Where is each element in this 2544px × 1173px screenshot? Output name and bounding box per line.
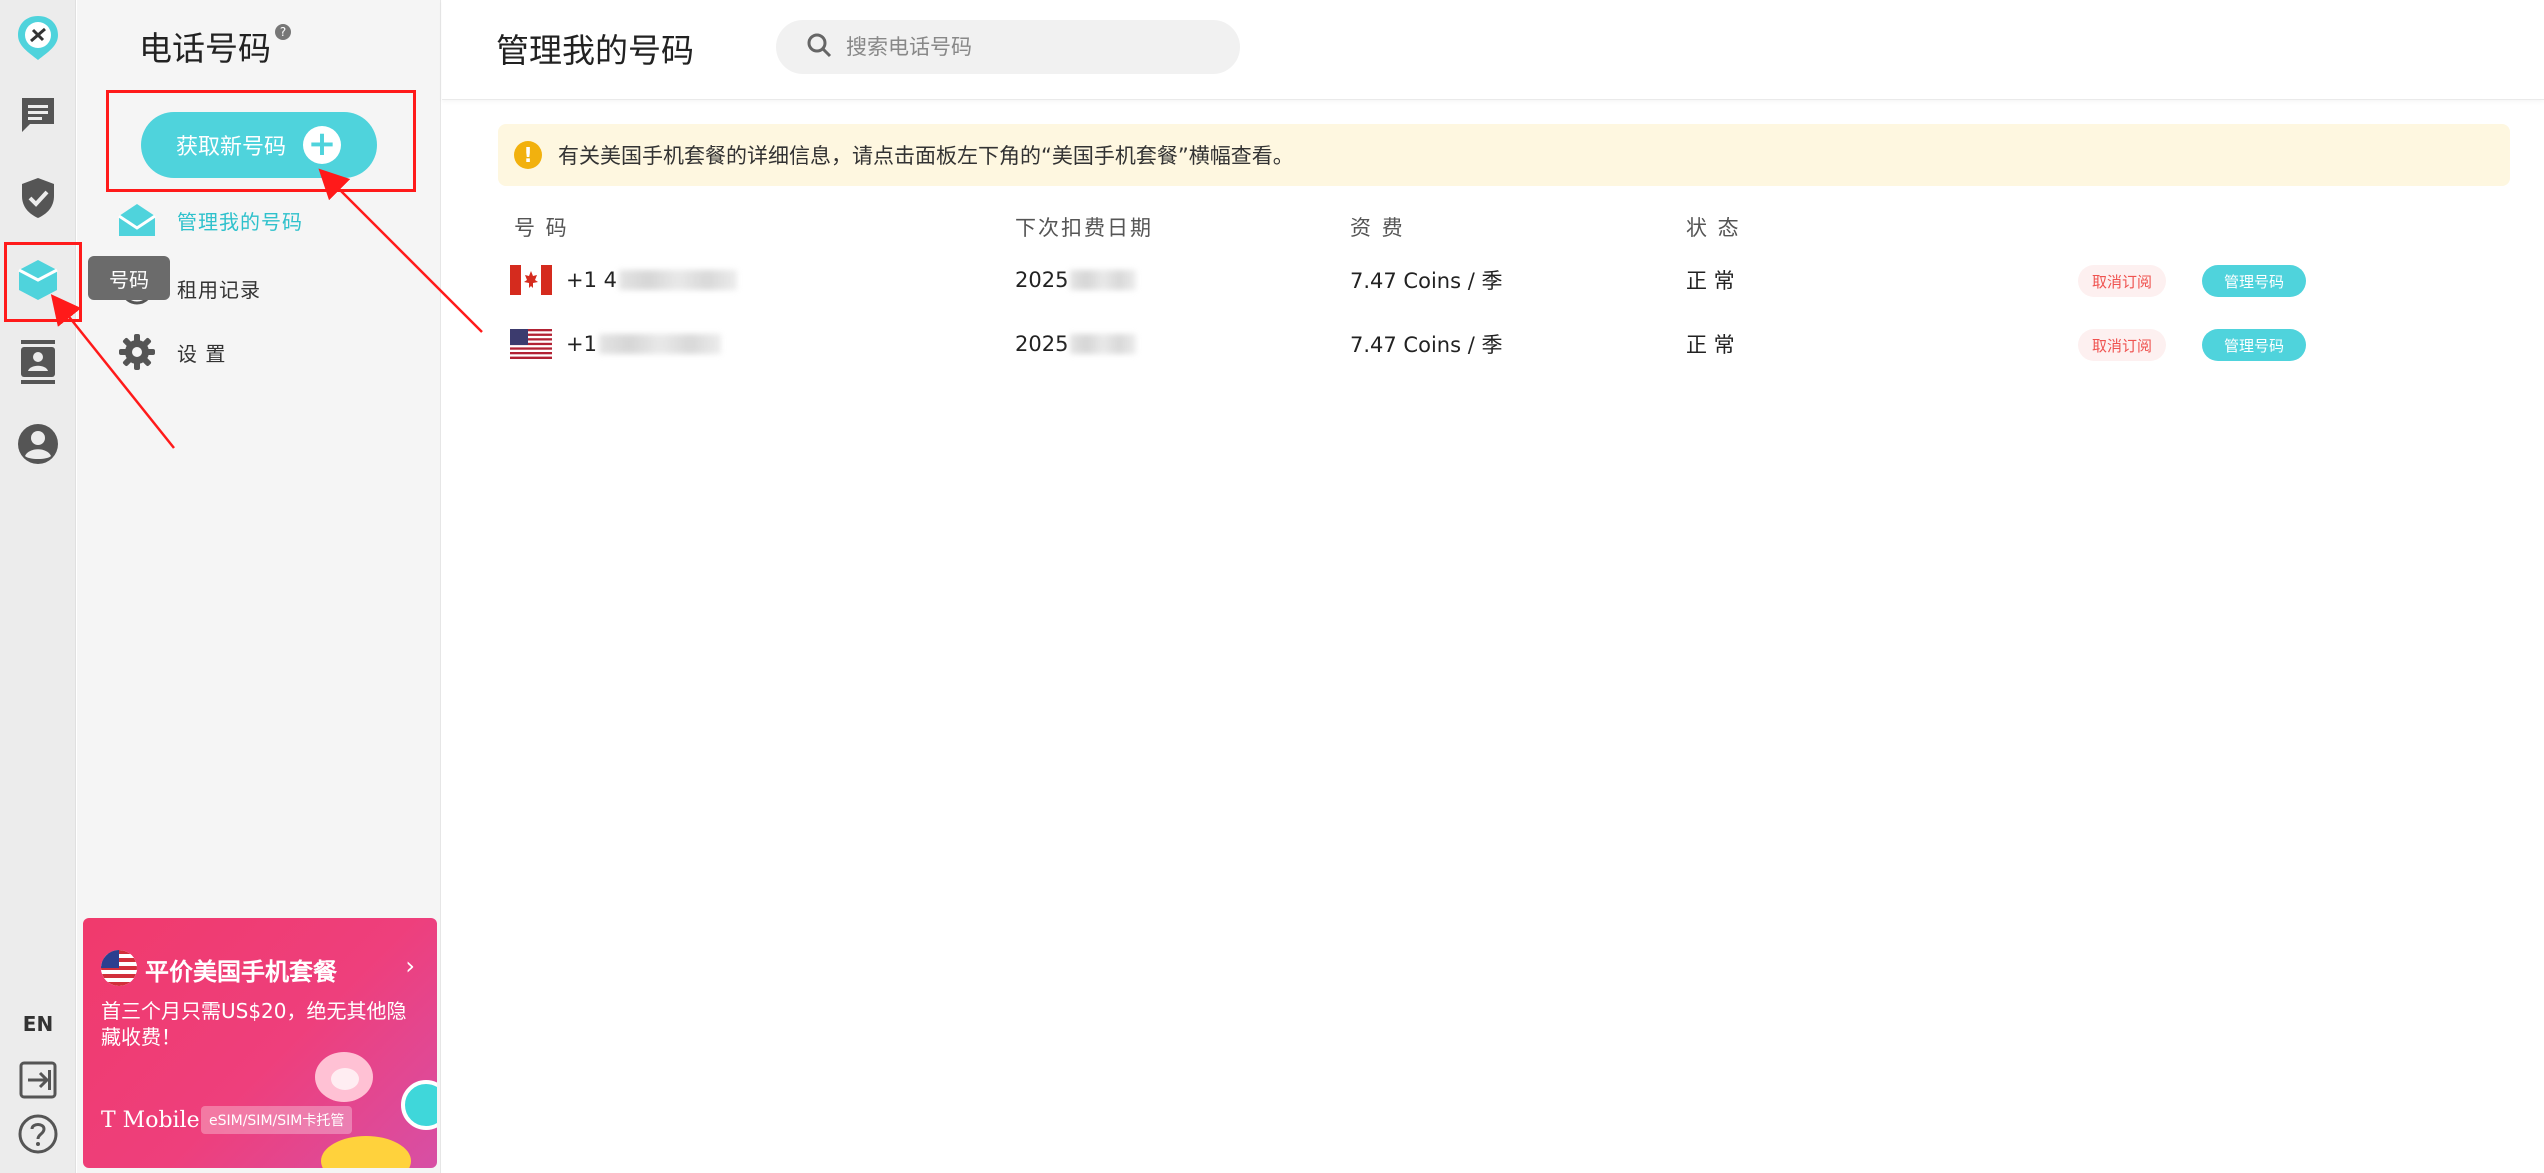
next-charge-cell: 2025 bbox=[1015, 316, 1137, 372]
sidebar-title-text: 电话号码 bbox=[139, 29, 271, 68]
gear-icon bbox=[117, 332, 157, 372]
column-header-status: 状 态 bbox=[1686, 216, 1741, 240]
info-notice: ! 有关美国手机套餐的详细信息，请点击面板左下角的“美国手机套餐”横幅查看。 bbox=[498, 124, 2510, 186]
coin-decoration bbox=[321, 1136, 411, 1168]
sidebar-item-label: 管理我的号码 bbox=[177, 209, 303, 234]
phone-number: +1 4 bbox=[566, 268, 617, 292]
help-mark-icon[interactable]: ? bbox=[275, 24, 291, 40]
manage-number-button[interactable]: 管理号码 bbox=[2202, 265, 2307, 297]
account-icon[interactable] bbox=[14, 420, 62, 468]
table-row: +1 2025 7.47 Coins / 季 正 常 取消订阅 管理号码 bbox=[498, 316, 2510, 372]
cancel-subscription-button[interactable]: 取消订阅 bbox=[2078, 329, 2167, 361]
usa-flag-icon bbox=[510, 329, 552, 359]
rail-tooltip: 号码 bbox=[88, 256, 170, 300]
fee-cell: 7.47 Coins / 季 bbox=[1350, 269, 1503, 293]
column-header-number: 号 码 bbox=[514, 216, 569, 240]
language-toggle[interactable]: EN bbox=[0, 1012, 76, 1036]
us-plan-promo-banner[interactable]: 平价美国手机套餐 › 首三个月只需US$20，绝无其他隐藏收费！ T Mobil… bbox=[83, 918, 437, 1168]
column-header-fee: 资 费 bbox=[1350, 216, 1405, 240]
chat-bubble-highlight bbox=[331, 1068, 359, 1090]
shield-check-icon[interactable] bbox=[14, 174, 62, 222]
messages-icon[interactable] bbox=[14, 90, 62, 138]
search-icon bbox=[806, 32, 832, 62]
status-cell: 正 常 bbox=[1686, 333, 1735, 357]
sidebar-item-settings[interactable]: 设 置 bbox=[117, 330, 417, 374]
sidebar-item-manage-numbers[interactable]: 管理我的号码 bbox=[117, 198, 417, 242]
app-window: EN 号码 电话号码? 获取新号码 + 管理我的号码 租用记录 设 置 平价美国… bbox=[0, 0, 2544, 1173]
envelope-icon bbox=[117, 200, 157, 240]
cancel-subscription-button[interactable]: 取消订阅 bbox=[2078, 265, 2167, 297]
charge-date: 2025 bbox=[1015, 332, 1069, 356]
promo-title: 平价美国手机套餐 bbox=[145, 958, 337, 986]
redacted-date bbox=[1070, 334, 1137, 354]
manage-number-button[interactable]: 管理号码 bbox=[2202, 329, 2307, 361]
fee-cell: 7.47 Coins / 季 bbox=[1350, 333, 1503, 357]
help-icon[interactable] bbox=[14, 1110, 62, 1158]
get-new-number-label: 获取新号码 bbox=[176, 135, 287, 160]
sidebar-item-label: 租用记录 bbox=[177, 277, 261, 302]
charge-date: 2025 bbox=[1015, 268, 1069, 292]
redacted-number bbox=[598, 334, 721, 354]
number-cell: +1 bbox=[510, 316, 721, 372]
phone-number-box-icon[interactable] bbox=[14, 256, 62, 304]
phone-number: +1 bbox=[566, 332, 597, 356]
next-charge-cell: 2025 bbox=[1015, 252, 1137, 308]
phone-call-icon bbox=[401, 1080, 437, 1130]
search-bar[interactable] bbox=[776, 20, 1240, 74]
get-new-number-button[interactable]: 获取新号码 + bbox=[141, 112, 377, 178]
contacts-icon[interactable] bbox=[14, 338, 62, 386]
icon-rail: EN bbox=[0, 0, 76, 1173]
table-row: +1 4 2025 7.47 Coins / 季 正 常 取消订阅 管理号码 bbox=[498, 252, 2510, 308]
sidebar-item-label: 设 置 bbox=[177, 341, 227, 366]
redacted-number bbox=[619, 270, 737, 290]
page-title: 管理我的号码 bbox=[496, 31, 694, 70]
warning-icon: ! bbox=[514, 141, 542, 169]
notice-text: 有关美国手机套餐的详细信息，请点击面板左下角的“美国手机套餐”横幅查看。 bbox=[558, 144, 1294, 168]
column-header-next-charge: 下次扣费日期 bbox=[1015, 216, 1153, 240]
redacted-date bbox=[1070, 270, 1137, 290]
numbers-sidebar: 电话号码? 获取新号码 + 管理我的号码 租用记录 设 置 平价美国手机套餐 ›… bbox=[77, 0, 441, 1173]
app-logo-icon[interactable] bbox=[14, 14, 62, 62]
plus-icon: + bbox=[303, 126, 341, 164]
chevron-right-icon: › bbox=[405, 952, 415, 980]
sidebar-title: 电话号码? bbox=[139, 22, 291, 70]
promo-tag: eSIM/SIM/SIM卡托管 bbox=[201, 1106, 353, 1134]
status-cell: 正 常 bbox=[1686, 269, 1735, 293]
main-header: 管理我的号码 bbox=[442, 0, 2544, 100]
main-panel: 管理我的号码 ! 有关美国手机套餐的详细信息，请点击面板左下角的“美国手机套餐”… bbox=[442, 0, 2544, 1173]
search-input[interactable] bbox=[846, 35, 1226, 59]
logout-icon[interactable] bbox=[14, 1056, 62, 1104]
number-cell: +1 4 bbox=[510, 252, 737, 308]
promo-description: 首三个月只需US$20，绝无其他隐藏收费！ bbox=[101, 999, 407, 1049]
tmobile-logo: T Mobile bbox=[101, 1108, 200, 1133]
usa-flag-icon bbox=[101, 950, 137, 986]
canada-flag-icon bbox=[510, 265, 552, 295]
